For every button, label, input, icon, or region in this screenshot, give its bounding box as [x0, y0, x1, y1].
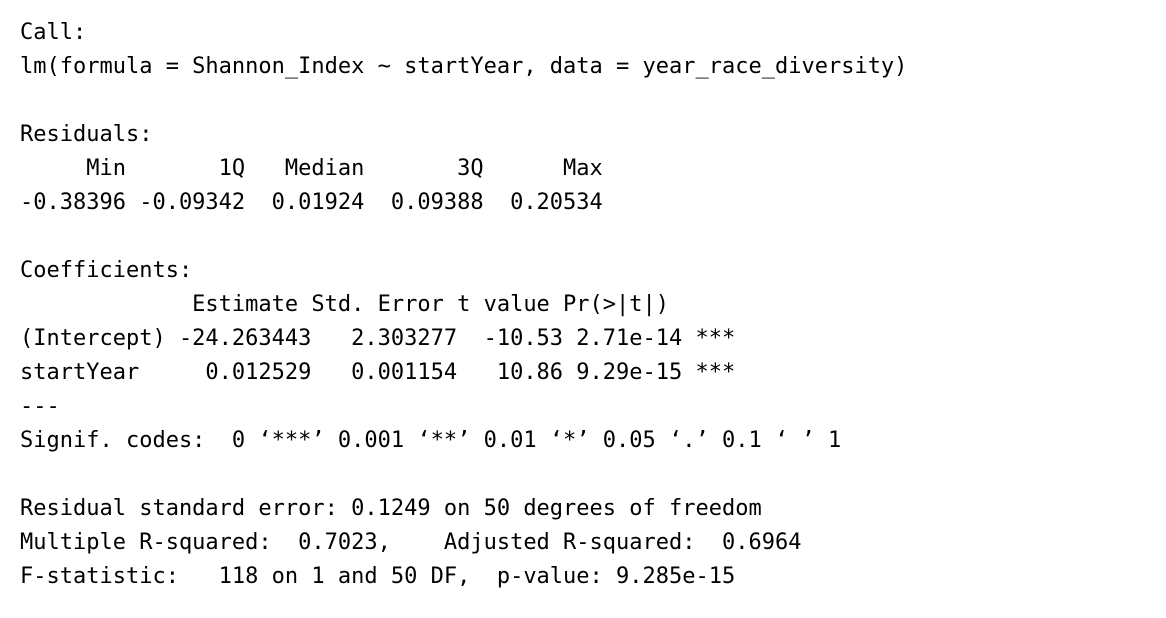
- residuals-values: -0.38396 -0.09342 0.01924 0.09388 0.2053…: [20, 190, 617, 215]
- coefficients-header: Coefficients:: [20, 258, 193, 283]
- coefficient-row-startyear: startYear 0.012529 0.001154 10.86 9.29e-…: [20, 360, 736, 385]
- signif-codes: Signif. codes: 0 ‘***’ 0.001 ‘**’ 0.01 ‘…: [20, 428, 842, 453]
- call-header: Call:: [20, 20, 87, 45]
- coefficients-columns: Estimate Std. Error t value Pr(>|t|): [20, 292, 722, 317]
- residuals-labels: Min 1Q Median 3Q Max: [20, 156, 617, 181]
- call-formula: lm(formula = Shannon_Index ~ startYear, …: [20, 54, 908, 79]
- coefficient-row-intercept: (Intercept) -24.263443 2.303277 -10.53 2…: [20, 326, 736, 351]
- residual-standard-error: Residual standard error: 0.1249 on 50 de…: [20, 496, 762, 521]
- r-console-output: Call: lm(formula = Shannon_Index ~ start…: [0, 0, 1166, 618]
- residuals-header: Residuals:: [20, 122, 153, 147]
- separator: ---: [20, 394, 60, 419]
- r-squared: Multiple R-squared: 0.7023, Adjusted R-s…: [20, 530, 815, 555]
- f-statistic: F-statistic: 118 on 1 and 50 DF, p-value…: [20, 564, 736, 589]
